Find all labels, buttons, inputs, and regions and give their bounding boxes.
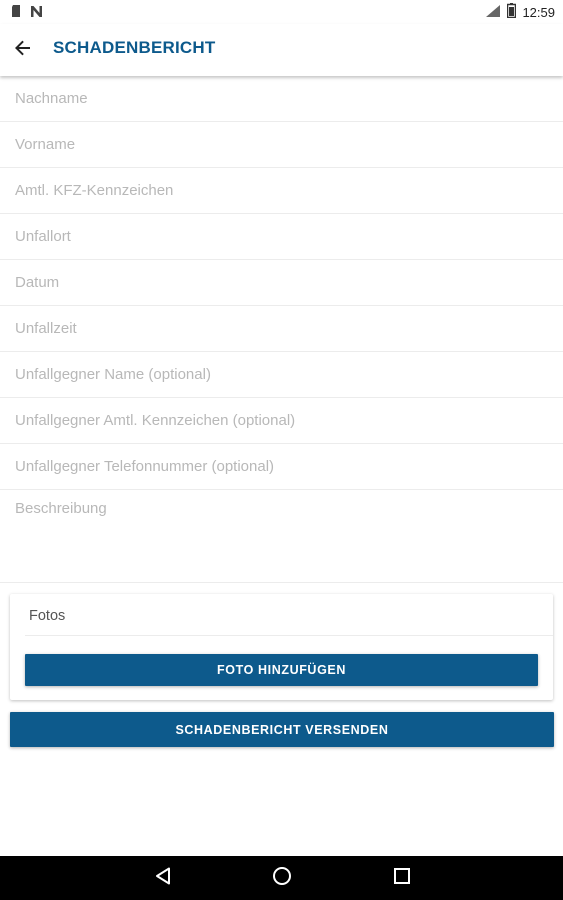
opponent-plate-input[interactable] <box>15 410 555 430</box>
description-textarea[interactable] <box>15 500 555 570</box>
photos-label: Fotos <box>29 608 66 624</box>
field-row <box>0 260 563 306</box>
opponent-phone-input[interactable] <box>15 456 555 476</box>
nav-home-button[interactable] <box>269 866 295 890</box>
nav-recents-icon <box>394 867 410 889</box>
field-row <box>0 76 563 122</box>
field-row <box>0 352 563 398</box>
field-row <box>0 490 563 583</box>
status-left-icons <box>10 4 43 23</box>
navigation-bar <box>0 856 563 900</box>
field-row <box>0 122 563 168</box>
send-report-button[interactable]: SCHADENBERICHT VERSENDEN <box>10 712 554 747</box>
add-photo-button[interactable]: FOTO HINZUFÜGEN <box>25 654 538 686</box>
first-name-input[interactable] <box>15 134 555 154</box>
field-row <box>0 444 563 490</box>
field-row <box>0 306 563 352</box>
nav-home-icon <box>272 866 292 891</box>
app-bar: SCHADENBERICHT <box>0 24 563 76</box>
license-plate-input[interactable] <box>15 180 555 200</box>
date-input[interactable] <box>15 272 555 292</box>
signal-icon <box>485 4 501 21</box>
arrow-back-icon <box>15 40 31 61</box>
field-row <box>0 398 563 444</box>
opponent-name-input[interactable] <box>15 364 555 384</box>
status-time: 12:59 <box>522 4 555 20</box>
last-name-input[interactable] <box>15 88 555 108</box>
back-button[interactable] <box>8 36 38 64</box>
damage-report-form <box>0 76 563 583</box>
nav-recents-button[interactable] <box>389 866 415 890</box>
sim-card-icon <box>10 4 22 23</box>
photos-card: Fotos FOTO HINZUFÜGEN <box>10 594 553 700</box>
field-row <box>0 168 563 214</box>
battery-icon <box>507 3 517 21</box>
status-bar: 12:59 <box>0 0 563 24</box>
field-row <box>0 214 563 260</box>
notification-n-icon <box>30 5 43 23</box>
nav-back-button[interactable] <box>150 866 176 890</box>
divider <box>25 635 553 636</box>
nav-back-icon <box>155 867 171 890</box>
accident-time-input[interactable] <box>15 318 555 338</box>
accident-location-input[interactable] <box>15 226 555 246</box>
page-title: SCHADENBERICHT <box>53 38 216 57</box>
status-right-icons: 12:59 <box>485 3 555 21</box>
